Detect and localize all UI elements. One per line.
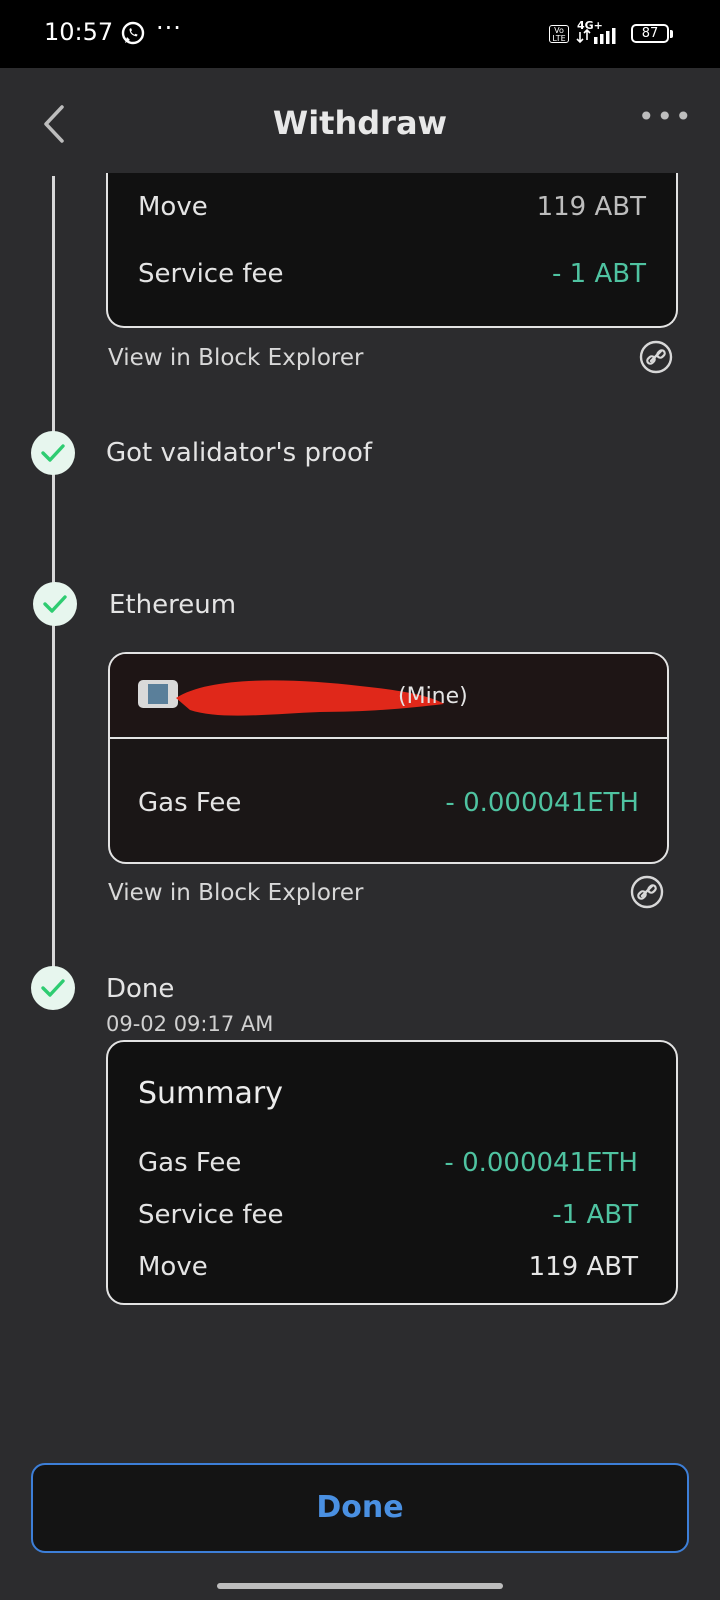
notification-more-icon: ··· bbox=[156, 14, 182, 42]
summary-move-label: Move bbox=[138, 1252, 208, 1282]
service-fee-label: Service fee bbox=[138, 259, 284, 289]
gas-fee-value: - 0.000041ETH bbox=[445, 788, 639, 818]
card-divider bbox=[110, 737, 667, 739]
home-indicator[interactable] bbox=[217, 1583, 503, 1589]
gas-fee-label: Gas Fee bbox=[138, 788, 242, 818]
status-time: 10:57 bbox=[44, 18, 114, 46]
summary-service-label: Service fee bbox=[138, 1200, 284, 1230]
done-button[interactable]: Done bbox=[31, 1463, 689, 1553]
block-explorer-link[interactable]: View in Block Explorer bbox=[108, 880, 363, 906]
battery-tip bbox=[670, 30, 673, 38]
done-timestamp: 09-02 09:17 AM bbox=[106, 1012, 274, 1036]
block-explorer-link[interactable]: View in Block Explorer bbox=[108, 345, 363, 371]
back-chevron-icon[interactable] bbox=[40, 104, 70, 144]
external-link-icon[interactable] bbox=[630, 875, 664, 909]
summary-title: Summary bbox=[138, 1076, 283, 1111]
account-suffix: (Mine) bbox=[398, 684, 468, 709]
step-done: Done bbox=[106, 974, 175, 1004]
whatsapp-icon bbox=[121, 21, 145, 45]
page-title-overlay: Withdraw bbox=[272, 104, 448, 142]
step-complete-check-icon bbox=[31, 966, 75, 1010]
ethereum-card: (Mine) Gas Fee - 0.000041ETH bbox=[108, 652, 669, 864]
move-label: Move bbox=[138, 192, 208, 222]
service-fee-value: - 1 ABT bbox=[552, 259, 646, 289]
step-complete-check-icon bbox=[33, 582, 77, 626]
step-complete-check-icon bbox=[31, 431, 75, 475]
summary-card: Summary Gas Fee - 0.000041ETH Service fe… bbox=[106, 1040, 678, 1305]
summary-gas-label: Gas Fee bbox=[138, 1148, 242, 1178]
timeline-line bbox=[52, 176, 55, 986]
external-link-icon[interactable] bbox=[639, 340, 673, 374]
timeline-line-top bbox=[52, 176, 55, 206]
step-validator-proof: Got validator's proof bbox=[106, 438, 373, 468]
battery-icon: 87 bbox=[631, 24, 669, 43]
summary-service-value: -1 ABT bbox=[552, 1200, 638, 1230]
more-options-icon[interactable]: ••• bbox=[638, 100, 694, 133]
summary-gas-value: - 0.000041ETH bbox=[444, 1148, 638, 1178]
volte-icon: Vo LTE bbox=[549, 25, 569, 43]
summary-move-value: 119 ABT bbox=[528, 1252, 638, 1282]
signal-icon bbox=[576, 28, 616, 44]
step-ethereum: Ethereum bbox=[109, 590, 237, 620]
move-value: 119 ABT bbox=[536, 192, 646, 222]
move-fee-card: Move 119 ABT Service fee - 1 ABT bbox=[106, 150, 678, 328]
